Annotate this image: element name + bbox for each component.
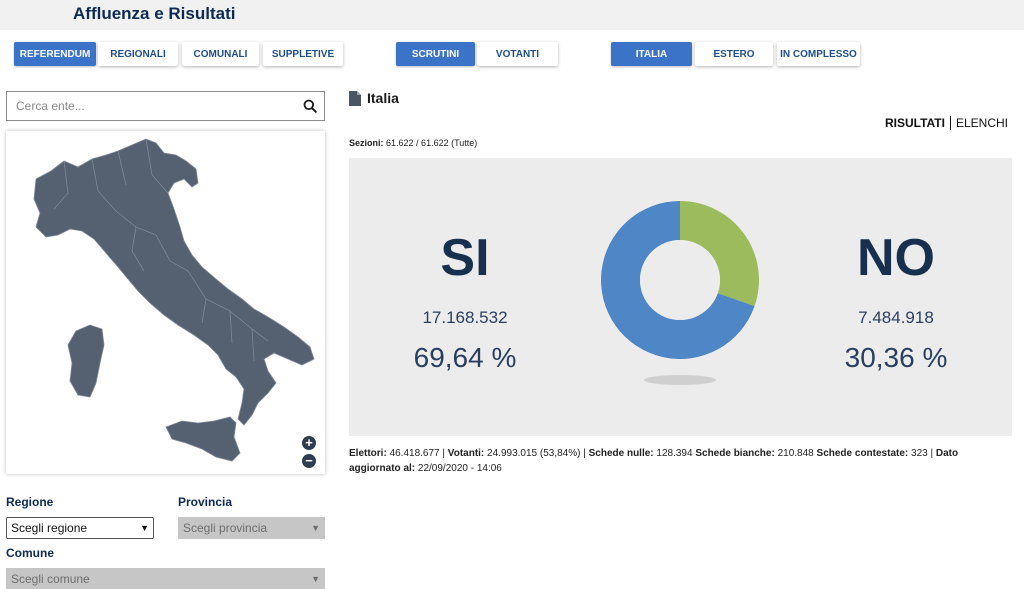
page-title: Affluenza e Risultati <box>73 4 236 23</box>
results-panel: SI 17.168.532 69,64 % NO 7.484.918 30,36… <box>349 158 1012 436</box>
donut-hole <box>640 240 720 320</box>
sezioni-label: Sezioni: <box>349 138 384 148</box>
contestate-label: Schede contestate: <box>816 448 909 459</box>
elettori-value: 46.418.677 <box>389 448 440 459</box>
search-icon[interactable] <box>303 99 317 113</box>
tab-comunali[interactable]: COMUNALI <box>182 42 259 66</box>
yes-percent: 69,64 % <box>413 342 517 373</box>
tab-italia[interactable]: ITALIA <box>611 42 692 66</box>
no-votes: 7.484.918 <box>858 308 934 327</box>
tab-risultati[interactable]: RISULTATI <box>885 116 951 130</box>
results-view-tabs: RISULTATI ELENCHI <box>885 116 1008 130</box>
regione-select-value: Scegli regione <box>11 521 88 535</box>
regione-select[interactable]: Scegli regione ▼ <box>6 517 154 539</box>
tab-scrutini[interactable]: SCRUTINI <box>396 42 475 66</box>
comune-select[interactable]: Scegli comune ▼ <box>6 568 325 589</box>
nulle-label: Schede nulle: <box>588 448 654 459</box>
nulle-value: 128.394 <box>656 448 693 459</box>
chevron-down-icon: ▼ <box>311 523 320 533</box>
elettori-label: Elettori: <box>349 448 387 459</box>
no-label: NO <box>857 229 935 287</box>
sardinia-shape[interactable] <box>67 324 105 398</box>
tab-referendum[interactable]: REFERENDUM <box>14 42 96 66</box>
search-input[interactable] <box>7 92 287 120</box>
donut-shadow <box>644 375 716 385</box>
tab-suppletive[interactable]: SUPPLETIVE <box>263 42 343 66</box>
italy-map[interactable] <box>6 131 325 474</box>
results-title: Italia <box>349 90 399 106</box>
zoom-out-icon[interactable]: − <box>302 454 316 468</box>
tab-elenchi[interactable]: ELENCHI <box>951 116 1008 130</box>
search-box <box>6 91 325 121</box>
comune-select-value: Scegli comune <box>11 572 90 586</box>
dato-value: 22/09/2020 - 14:06 <box>417 463 502 474</box>
italy-map-panel: + − <box>6 131 325 474</box>
comune-label: Comune <box>6 546 54 560</box>
document-icon <box>349 90 361 106</box>
sicily-shape[interactable] <box>165 416 241 462</box>
votanti-label: Votanti: <box>447 448 485 459</box>
contestate-value: 323 <box>911 448 928 459</box>
tab-regionali[interactable]: REGIONALI <box>98 42 178 66</box>
tab-votanti[interactable]: VOTANTI <box>477 42 558 66</box>
chevron-down-icon: ▼ <box>311 574 320 584</box>
bianche-label: Schede bianche: <box>695 448 775 459</box>
yes-votes: 17.168.532 <box>422 308 508 327</box>
tab-estero[interactable]: ESTERO <box>695 42 773 66</box>
tab-in-complesso[interactable]: IN COMPLESSO <box>777 42 860 66</box>
sezioni-value: 61.622 / 61.622 (Tutte) <box>386 138 478 148</box>
provincia-label: Provincia <box>178 495 233 509</box>
results-donut-chart <box>601 201 759 385</box>
yes-label: SI <box>440 229 490 287</box>
provincia-select-value: Scegli provincia <box>183 521 268 535</box>
regione-label: Regione <box>6 495 54 509</box>
no-percent: 30,36 % <box>844 342 948 373</box>
votanti-value: 24.993.015 (53,84%) <box>487 448 581 459</box>
results-title-text: Italia <box>367 90 399 106</box>
results-footer: Elettori: 46.418.677 | Votanti: 24.993.0… <box>349 448 959 474</box>
sezioni-info: Sezioni: 61.622 / 61.622 (Tutte) <box>349 138 477 148</box>
bianche-value: 210.848 <box>777 448 814 459</box>
zoom-in-icon[interactable]: + <box>302 436 316 450</box>
provincia-select[interactable]: Scegli provincia ▼ <box>178 517 325 539</box>
chevron-down-icon: ▼ <box>140 523 149 533</box>
